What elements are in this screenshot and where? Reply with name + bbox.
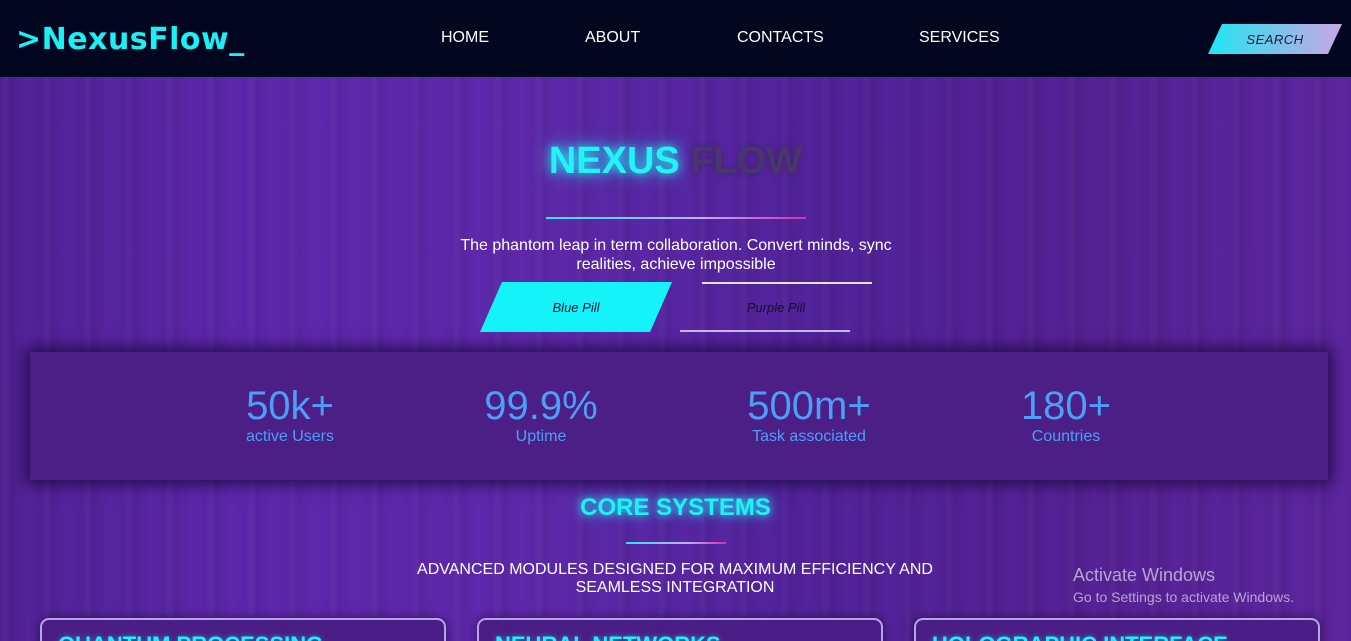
module-card-neural[interactable]: NEURAL NETWORKS	[477, 618, 883, 641]
module-card-title: HOLOGRAPHIC INTERFACE	[932, 632, 1228, 641]
purple-pill-bottom-border	[680, 330, 850, 332]
watermark-subtitle: Go to Settings to activate Windows.	[1073, 589, 1294, 605]
blue-pill-label: Blue Pill	[552, 299, 600, 315]
stats-panel: 50k+ active Users 99.9% Uptime 500m+ Tas…	[30, 352, 1328, 480]
stat-value: 180+	[1020, 384, 1112, 428]
blue-pill-button[interactable]: Blue Pill	[480, 282, 672, 332]
stat-uptime: 99.9% Uptime	[441, 384, 641, 446]
core-systems-subtitle: ADVANCED MODULES DESIGNED FOR MAXIMUM EF…	[417, 561, 933, 596]
hero-title-primary: NEXUS	[548, 140, 680, 182]
top-navbar: >NexusFlow_ HOME ABOUT CONTACTS SERVICES…	[0, 0, 1351, 77]
watermark-title: Activate Windows	[1073, 565, 1216, 585]
nav-link-about[interactable]: ABOUT	[585, 29, 640, 47]
stat-tasks: 500m+ Task associated	[709, 384, 909, 446]
stat-value: 50k+	[246, 384, 334, 428]
stat-label: Task associated	[752, 428, 866, 445]
stat-label: Countries	[1031, 428, 1101, 445]
module-card-holographic[interactable]: HOLOGRAPHIC INTERFACE	[914, 618, 1320, 641]
stat-label: active Users	[245, 428, 335, 445]
core-divider	[626, 542, 726, 544]
purple-pill-top-border	[702, 282, 872, 284]
stat-value: 99.9%	[484, 384, 598, 428]
module-card-title: NEURAL NETWORKS	[495, 632, 721, 641]
search-button[interactable]: SEARCH	[1208, 24, 1342, 54]
module-card-title: QUANTUM PROCESSING	[58, 632, 323, 641]
stat-countries: 180+ Countries	[966, 384, 1166, 446]
hero-title-secondary: FLOW	[690, 140, 803, 182]
stat-value: 500m+	[747, 384, 871, 428]
purple-pill-label: Purple Pill	[746, 299, 806, 315]
purple-pill-button[interactable]: Purple Pill	[680, 282, 872, 332]
module-card-quantum[interactable]: QUANTUM PROCESSING	[40, 618, 446, 641]
stat-label: Uptime	[515, 428, 567, 445]
hero-subtitle: The phantom leap in term collaboration. …	[460, 237, 892, 273]
stat-users: 50k+ active Users	[190, 384, 390, 446]
hero-title: NEXUS FLOW	[0, 140, 1351, 183]
nav-link-services[interactable]: SERVICES	[919, 29, 1000, 47]
nav-link-home[interactable]: HOME	[441, 29, 489, 47]
activate-windows-watermark: Activate Windows Go to Settings to activ…	[1073, 565, 1294, 609]
brand-logo[interactable]: >NexusFlow_	[16, 22, 245, 57]
hero-divider	[546, 217, 806, 219]
nav-link-contacts[interactable]: CONTACTS	[737, 29, 824, 47]
core-systems-title: CORE SYSTEMS	[580, 494, 771, 521]
